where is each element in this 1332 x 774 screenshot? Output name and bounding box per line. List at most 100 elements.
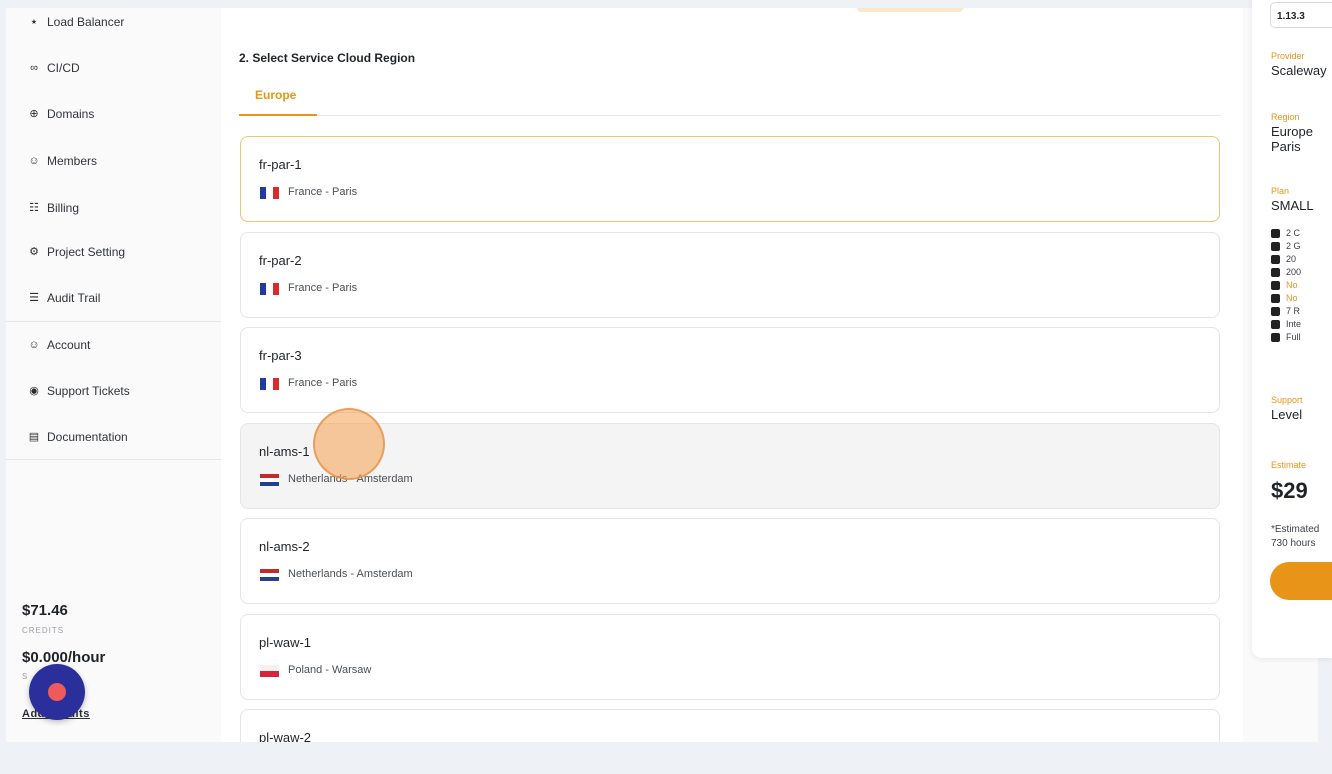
france-flag-icon [260, 283, 279, 295]
sidebar-item-label: Billing [47, 201, 80, 215]
region-location: France - Paris [288, 186, 358, 198]
provider-label: Provider [1271, 51, 1305, 61]
network-icon [1271, 319, 1280, 329]
support-label: Support [1271, 395, 1303, 405]
estimate-label: Estimate [1271, 460, 1307, 470]
estimate-note: *Estimated 730 hours [1271, 524, 1320, 549]
record-dot-icon [48, 683, 66, 701]
region-card-nl-ams-2[interactable]: nl-ams-2 Netherlands - Amsterdam [240, 518, 1220, 604]
spec-feature-b: No [1271, 293, 1298, 303]
sidebar-item-project-setting[interactable]: ⚙ Project Setting [28, 242, 125, 262]
poland-flag-icon [260, 665, 279, 677]
region-name: pl-waw-2 [259, 730, 312, 742]
sidebar: ⭑ Load Balancer ∞ CI/CD ⊕ Domains ☺ Memb… [6, 8, 221, 742]
sidebar-item-audit-trail[interactable]: ☰ Audit Trail [28, 288, 100, 308]
credits-label: CREDITS [22, 626, 65, 635]
region-location: France - Paris [288, 282, 358, 294]
france-flag-icon [260, 187, 279, 199]
user-icon: ☺ [28, 338, 40, 351]
sidebar-item-label: Members [47, 154, 98, 168]
sidebar-item-documentation[interactable]: ▤ Documentation [28, 427, 128, 447]
cpu-icon [1271, 228, 1280, 238]
gear-icon: ⚙ [29, 245, 39, 258]
sidebar-item-label: Load Balancer [47, 15, 125, 29]
netherlands-flag-icon [260, 569, 279, 581]
sidebar-item-load-balancer[interactable]: ⭑ Load Balancer [28, 12, 124, 32]
spec-feature-a: No [1271, 280, 1298, 290]
spec-storage: 20 [1271, 254, 1296, 264]
chat-launcher-button[interactable] [29, 664, 85, 720]
region-card-pl-waw-2[interactable]: pl-waw-2 [240, 709, 1220, 742]
sidebar-divider [6, 321, 221, 322]
load-balancer-icon: ⭑ [31, 15, 37, 28]
main-content: 2. Select Service Cloud Region Europe fr… [221, 8, 1243, 742]
sidebar-item-support-tickets[interactable]: ◉ Support Tickets [28, 381, 130, 401]
plan-value: SMALL [1271, 198, 1314, 213]
region-card-nl-ams-1[interactable]: nl-ams-1 Netherlands - Amsterdam [240, 423, 1220, 509]
region-name: nl-ams-1 [259, 444, 310, 459]
database-icon [1271, 293, 1280, 303]
top-action-button[interactable] [857, 8, 963, 12]
spec-bandwidth: 200 [1271, 267, 1301, 277]
sidebar-item-members[interactable]: ☺ Members [28, 151, 97, 171]
copy-icon [1271, 306, 1280, 316]
region-location: Poland - Warsaw [288, 664, 372, 676]
list-icon [1271, 332, 1280, 342]
region-card-fr-par-3[interactable]: fr-par-3 France - Paris [240, 327, 1220, 413]
spec-memory: 2 G [1271, 241, 1301, 251]
region-label: Region [1271, 112, 1300, 122]
region-name: fr-par-2 [259, 253, 302, 268]
version-field[interactable]: 1.13.3 [1270, 2, 1332, 28]
order-summary-panel: 1.13.3 Provider Scaleway Region Europe P… [1252, 0, 1332, 658]
region-name: fr-par-1 [259, 157, 302, 172]
region-location: France - Paris [288, 377, 358, 389]
credits-amount: $71.46 [22, 602, 68, 619]
sidebar-item-label: Support Tickets [47, 384, 130, 398]
spec-logs: Full [1271, 332, 1301, 342]
region-card-fr-par-1[interactable]: fr-par-1 France - Paris [240, 136, 1220, 222]
sidebar-divider [6, 459, 221, 460]
region-card-fr-par-2[interactable]: fr-par-2 France - Paris [240, 232, 1220, 318]
user-icon: ☺ [28, 154, 40, 167]
speed-icon [1271, 267, 1280, 277]
estimated-price: $29 [1271, 478, 1308, 503]
region-location: Netherlands - Amsterdam [288, 568, 413, 580]
tab-europe[interactable]: Europe [239, 88, 317, 116]
order-button[interactable] [1270, 562, 1332, 600]
shield-icon [1271, 280, 1280, 290]
book-icon: ▤ [28, 430, 40, 443]
spec-cpu: 2 C [1271, 228, 1300, 238]
tab-label: Europe [255, 88, 297, 102]
sidebar-item-billing[interactable]: ☷ Billing [28, 198, 79, 218]
sidebar-item-label: Audit Trail [47, 291, 101, 305]
globe-icon: ⊕ [29, 107, 39, 120]
sidebar-item-label: Domains [47, 107, 95, 121]
sidebar-item-label: Documentation [47, 430, 128, 444]
sidebar-item-label: CI/CD [47, 61, 80, 75]
spec-network: Inte [1271, 319, 1301, 329]
spec-retention: 7 R [1271, 306, 1300, 316]
app-frame: ⭑ Load Balancer ∞ CI/CD ⊕ Domains ☺ Memb… [6, 8, 1318, 742]
hourly-rate: $0.000/hour [22, 649, 106, 666]
support-value: Level [1271, 407, 1303, 422]
plan-label: Plan [1271, 186, 1290, 196]
region-name: nl-ams-2 [259, 539, 310, 554]
provider-value: Scaleway [1271, 63, 1327, 78]
sidebar-item-cicd[interactable]: ∞ CI/CD [28, 58, 80, 78]
section-title: 2. Select Service Cloud Region [239, 51, 416, 65]
region-name: pl-waw-1 [259, 635, 312, 650]
list-icon: ☰ [29, 291, 39, 304]
region-value: Europe [1271, 124, 1313, 139]
tabs-divider [239, 115, 1221, 116]
region-card-pl-waw-1[interactable]: pl-waw-1 Poland - Warsaw [240, 614, 1220, 700]
memory-icon [1271, 241, 1280, 251]
hourly-rate-label: S [22, 672, 29, 681]
sidebar-item-account[interactable]: ☺ Account [28, 335, 90, 355]
sidebar-item-label: Account [47, 338, 91, 352]
region-city-value: Paris [1271, 139, 1301, 154]
lifebuoy-icon: ◉ [29, 384, 39, 397]
france-flag-icon [260, 378, 279, 390]
sidebar-item-label: Project Setting [47, 245, 126, 259]
infinity-icon: ∞ [30, 61, 38, 74]
sidebar-item-domains[interactable]: ⊕ Domains [28, 104, 94, 124]
